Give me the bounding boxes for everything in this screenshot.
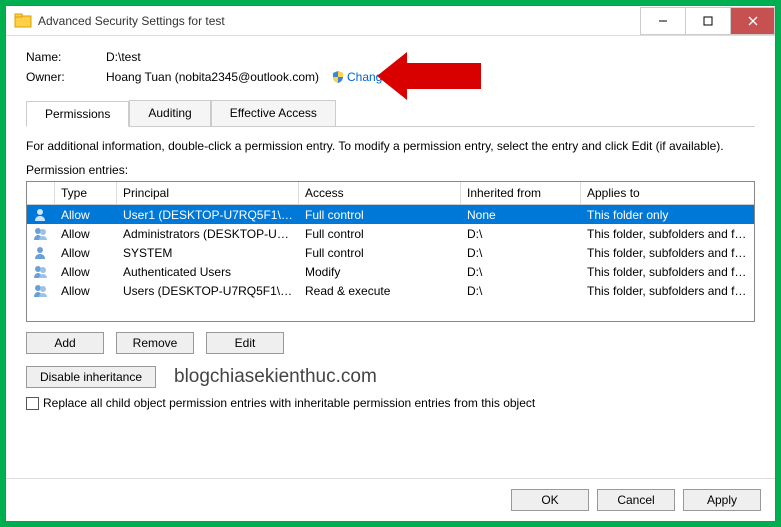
cancel-button[interactable]: Cancel (597, 489, 675, 511)
minimize-button[interactable] (640, 7, 685, 35)
row-inherited: None (461, 207, 581, 223)
row-access: Read & execute (299, 283, 461, 299)
edit-button[interactable]: Edit (206, 332, 284, 354)
name-label: Name: (26, 50, 106, 64)
row-access: Modify (299, 264, 461, 280)
row-principal: Administrators (DESKTOP-U7... (117, 226, 299, 242)
row-applies: This folder only (581, 207, 754, 223)
row-icon (27, 264, 55, 280)
row-applies: This folder, subfolders and files (581, 226, 754, 242)
replace-checkbox[interactable] (26, 397, 39, 410)
disable-row: Disable inheritance blogchiasekienthuc.c… (26, 366, 755, 388)
row-icon (27, 283, 55, 299)
table-row[interactable]: AllowUsers (DESKTOP-U7RQ5F1\Us...Read & … (27, 281, 754, 300)
tabs: Permissions Auditing Effective Access (26, 100, 755, 127)
row-access: Full control (299, 207, 461, 223)
maximize-button[interactable] (685, 7, 730, 35)
content-area: Name: D:\test Owner: Hoang Tuan (nobita2… (6, 36, 775, 478)
tab-effective-access[interactable]: Effective Access (211, 100, 336, 126)
col-principal[interactable]: Principal (117, 182, 299, 204)
col-type[interactable]: Type (55, 182, 117, 204)
owner-label: Owner: (26, 70, 106, 84)
owner-value: Hoang Tuan (nobita2345@outlook.com) (106, 70, 319, 84)
row-principal: Authenticated Users (117, 264, 299, 280)
row-principal: Users (DESKTOP-U7RQ5F1\Us... (117, 283, 299, 299)
col-access[interactable]: Access (299, 182, 461, 204)
permissions-table: Type Principal Access Inherited from App… (26, 181, 755, 322)
replace-label: Replace all child object permission entr… (43, 396, 535, 410)
row-applies: This folder, subfolders and files (581, 264, 754, 280)
row-type: Allow (55, 226, 117, 242)
name-value: D:\test (106, 50, 141, 64)
col-inherited[interactable]: Inherited from (461, 182, 581, 204)
row-type: Allow (55, 245, 117, 261)
table-row[interactable]: AllowAdministrators (DESKTOP-U7...Full c… (27, 224, 754, 243)
table-row[interactable]: AllowUser1 (DESKTOP-U7RQ5F1\Us...Full co… (27, 205, 754, 224)
window-title: Advanced Security Settings for test (38, 14, 640, 28)
table-body: AllowUser1 (DESKTOP-U7RQ5F1\Us...Full co… (27, 205, 754, 321)
owner-row: Owner: Hoang Tuan (nobita2345@outlook.co… (26, 70, 755, 84)
col-applies[interactable]: Applies to (581, 182, 754, 204)
remove-button[interactable]: Remove (116, 332, 194, 354)
row-access: Full control (299, 226, 461, 242)
add-button[interactable]: Add (26, 332, 104, 354)
row-principal: User1 (DESKTOP-U7RQ5F1\Us... (117, 207, 299, 223)
bottom-bar: OK Cancel Apply (6, 478, 775, 521)
apply-button[interactable]: Apply (683, 489, 761, 511)
row-inherited: D:\ (461, 264, 581, 280)
entry-buttons: Add Remove Edit (26, 332, 755, 354)
ok-button[interactable]: OK (511, 489, 589, 511)
table-header: Type Principal Access Inherited from App… (27, 182, 754, 205)
dialog-window: Advanced Security Settings for test Name… (5, 5, 776, 522)
row-type: Allow (55, 207, 117, 223)
row-type: Allow (55, 283, 117, 299)
row-applies: This folder, subfolders and files (581, 245, 754, 261)
close-button[interactable] (730, 7, 775, 35)
row-icon (27, 226, 55, 242)
replace-row: Replace all child object permission entr… (26, 396, 755, 410)
info-text: For additional information, double-click… (26, 139, 755, 153)
titlebar: Advanced Security Settings for test (6, 6, 775, 36)
row-principal: SYSTEM (117, 245, 299, 261)
row-inherited: D:\ (461, 245, 581, 261)
row-inherited: D:\ (461, 226, 581, 242)
row-inherited: D:\ (461, 283, 581, 299)
row-access: Full control (299, 245, 461, 261)
table-row[interactable]: AllowAuthenticated UsersModifyD:\This fo… (27, 262, 754, 281)
shield-icon (331, 70, 345, 84)
disable-inheritance-button[interactable]: Disable inheritance (26, 366, 156, 388)
users-icon (33, 265, 49, 279)
row-icon (27, 207, 55, 223)
users-icon (33, 227, 49, 241)
watermark-text: blogchiasekienthuc.com (174, 366, 377, 388)
row-icon (27, 245, 55, 261)
row-applies: This folder, subfolders and files (581, 283, 754, 299)
row-type: Allow (55, 264, 117, 280)
table-row[interactable]: AllowSYSTEMFull controlD:\This folder, s… (27, 243, 754, 262)
user-icon (33, 246, 49, 260)
users-icon (33, 284, 49, 298)
entries-label: Permission entries: (26, 163, 755, 177)
tab-auditing[interactable]: Auditing (129, 100, 210, 126)
user-icon (33, 208, 49, 222)
col-icon[interactable] (27, 182, 55, 204)
folder-icon (14, 12, 32, 30)
tab-permissions[interactable]: Permissions (26, 101, 129, 127)
